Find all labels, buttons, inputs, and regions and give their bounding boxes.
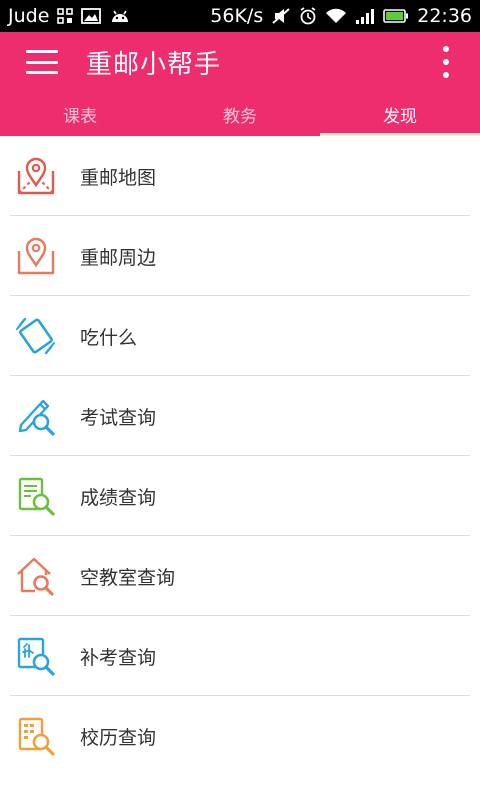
tab-schedule[interactable]: 课表: [0, 92, 160, 136]
list-item-empty-classroom-query[interactable]: 空教室查询: [0, 536, 480, 616]
android-icon: [109, 8, 131, 24]
list-item-label: 重邮地图: [80, 166, 157, 189]
tab-academic[interactable]: 教务: [160, 92, 320, 136]
pen-search-icon: [12, 392, 60, 440]
status-bar-left: Jude: [8, 5, 131, 27]
location-frame-icon: [12, 232, 60, 280]
discover-list: 重邮地图 重邮周边 吃什么 考试查询 成绩查询 空教室查询 补考查询 校历查询: [0, 136, 480, 776]
hamburger-menu-icon[interactable]: [26, 50, 58, 74]
list-item-exam-query[interactable]: 考试查询: [0, 376, 480, 456]
list-item-campus-nearby[interactable]: 重邮周边: [0, 216, 480, 296]
list-item-label: 吃什么: [80, 326, 138, 349]
list-item-label: 空教室查询: [80, 566, 176, 589]
list-item-label: 校历查询: [80, 726, 157, 749]
clock-time: 22:36: [417, 5, 472, 27]
rotate-card-icon: [12, 312, 60, 360]
status-bar: Jude 56K/s 22:36: [0, 0, 480, 32]
list-item-school-calendar-query[interactable]: 校历查询: [0, 696, 480, 776]
calendar-search-icon: [12, 712, 60, 760]
grid-icon: [57, 8, 74, 24]
wifi-icon: [325, 8, 347, 24]
overflow-menu-icon[interactable]: [442, 46, 450, 78]
list-item-makeup-exam-query[interactable]: 补考查询: [0, 616, 480, 696]
list-item-what-to-eat[interactable]: 吃什么: [0, 296, 480, 376]
battery-icon: [383, 8, 409, 24]
image-icon: [81, 8, 102, 24]
list-item-label: 成绩查询: [80, 486, 157, 509]
mute-icon: [271, 7, 291, 25]
list-item-label: 考试查询: [80, 406, 157, 429]
carrier-name: Jude: [8, 5, 50, 27]
app-bar: 重邮小帮手: [0, 32, 480, 92]
app-title: 重邮小帮手: [86, 49, 222, 80]
tab-discover[interactable]: 发现: [320, 92, 480, 136]
tab-bar: 课表 教务 发现: [0, 92, 480, 136]
list-item-label: 补考查询: [80, 646, 157, 669]
makeup-search-icon: [12, 632, 60, 680]
status-bar-right: 56K/s 22:36: [210, 5, 472, 27]
home-search-icon: [12, 552, 60, 600]
list-item-campus-map[interactable]: 重邮地图: [0, 136, 480, 216]
list-item-grade-query[interactable]: 成绩查询: [0, 456, 480, 536]
doc-search-icon: [12, 472, 60, 520]
list-item-label: 重邮周边: [80, 246, 157, 269]
alarm-icon: [299, 7, 317, 25]
signal-icon: [355, 8, 375, 24]
network-speed: 56K/s: [210, 5, 264, 27]
map-pin-icon: [12, 152, 60, 200]
